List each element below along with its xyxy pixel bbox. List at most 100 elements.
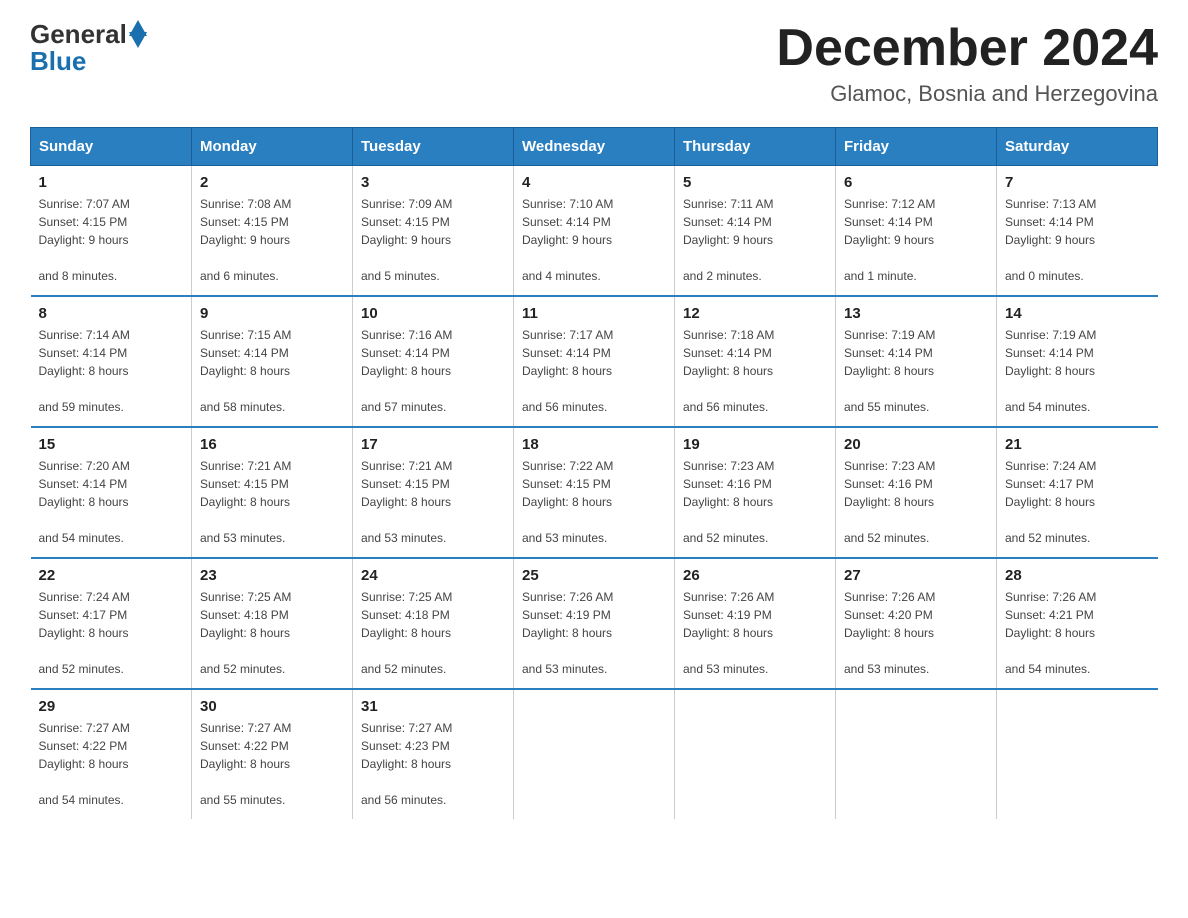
weekday-header-saturday: Saturday	[997, 128, 1158, 166]
weekday-header-sunday: Sunday	[31, 128, 192, 166]
week-row-5: 29 Sunrise: 7:27 AM Sunset: 4:22 PM Dayl…	[31, 689, 1158, 819]
day-cell: 11 Sunrise: 7:17 AM Sunset: 4:14 PM Dayl…	[514, 296, 675, 427]
day-number: 17	[361, 436, 505, 453]
day-cell	[836, 689, 997, 819]
day-info: Sunrise: 7:15 AM Sunset: 4:14 PM Dayligh…	[200, 326, 344, 416]
day-number: 14	[1005, 305, 1150, 322]
day-number: 24	[361, 567, 505, 584]
day-cell: 23 Sunrise: 7:25 AM Sunset: 4:18 PM Dayl…	[192, 558, 353, 689]
day-cell: 22 Sunrise: 7:24 AM Sunset: 4:17 PM Dayl…	[31, 558, 192, 689]
day-info: Sunrise: 7:20 AM Sunset: 4:14 PM Dayligh…	[39, 457, 184, 547]
day-number: 13	[844, 305, 988, 322]
weekday-header-monday: Monday	[192, 128, 353, 166]
day-info: Sunrise: 7:27 AM Sunset: 4:22 PM Dayligh…	[200, 719, 344, 809]
day-info: Sunrise: 7:23 AM Sunset: 4:16 PM Dayligh…	[844, 457, 988, 547]
day-info: Sunrise: 7:27 AM Sunset: 4:23 PM Dayligh…	[361, 719, 505, 809]
day-info: Sunrise: 7:25 AM Sunset: 4:18 PM Dayligh…	[200, 588, 344, 678]
day-number: 20	[844, 436, 988, 453]
day-number: 19	[683, 436, 827, 453]
day-info: Sunrise: 7:09 AM Sunset: 4:15 PM Dayligh…	[361, 195, 505, 285]
day-cell	[514, 689, 675, 819]
day-number: 9	[200, 305, 344, 322]
logo-general-text: General	[30, 21, 127, 47]
day-cell: 20 Sunrise: 7:23 AM Sunset: 4:16 PM Dayl…	[836, 427, 997, 558]
day-number: 21	[1005, 436, 1150, 453]
day-cell: 1 Sunrise: 7:07 AM Sunset: 4:15 PM Dayli…	[31, 166, 192, 297]
day-info: Sunrise: 7:23 AM Sunset: 4:16 PM Dayligh…	[683, 457, 827, 547]
day-cell: 17 Sunrise: 7:21 AM Sunset: 4:15 PM Dayl…	[353, 427, 514, 558]
day-cell: 19 Sunrise: 7:23 AM Sunset: 4:16 PM Dayl…	[675, 427, 836, 558]
day-cell: 15 Sunrise: 7:20 AM Sunset: 4:14 PM Dayl…	[31, 427, 192, 558]
weekday-header-row: SundayMondayTuesdayWednesdayThursdayFrid…	[31, 128, 1158, 166]
day-number: 27	[844, 567, 988, 584]
day-info: Sunrise: 7:25 AM Sunset: 4:18 PM Dayligh…	[361, 588, 505, 678]
day-number: 29	[39, 698, 184, 715]
day-cell: 14 Sunrise: 7:19 AM Sunset: 4:14 PM Dayl…	[997, 296, 1158, 427]
weekday-header-wednesday: Wednesday	[514, 128, 675, 166]
day-cell: 29 Sunrise: 7:27 AM Sunset: 4:22 PM Dayl…	[31, 689, 192, 819]
day-number: 22	[39, 567, 184, 584]
day-number: 16	[200, 436, 344, 453]
month-year-title: December 2024	[776, 20, 1158, 77]
day-info: Sunrise: 7:26 AM Sunset: 4:21 PM Dayligh…	[1005, 588, 1150, 678]
day-number: 23	[200, 567, 344, 584]
day-cell: 28 Sunrise: 7:26 AM Sunset: 4:21 PM Dayl…	[997, 558, 1158, 689]
day-cell: 2 Sunrise: 7:08 AM Sunset: 4:15 PM Dayli…	[192, 166, 353, 297]
day-cell: 21 Sunrise: 7:24 AM Sunset: 4:17 PM Dayl…	[997, 427, 1158, 558]
weekday-header-thursday: Thursday	[675, 128, 836, 166]
day-number: 7	[1005, 174, 1150, 191]
day-cell: 26 Sunrise: 7:26 AM Sunset: 4:19 PM Dayl…	[675, 558, 836, 689]
logo-blue-text: Blue	[30, 48, 86, 74]
day-number: 18	[522, 436, 666, 453]
week-row-3: 15 Sunrise: 7:20 AM Sunset: 4:14 PM Dayl…	[31, 427, 1158, 558]
weekday-header-friday: Friday	[836, 128, 997, 166]
week-row-1: 1 Sunrise: 7:07 AM Sunset: 4:15 PM Dayli…	[31, 166, 1158, 297]
day-info: Sunrise: 7:24 AM Sunset: 4:17 PM Dayligh…	[1005, 457, 1150, 547]
day-cell: 27 Sunrise: 7:26 AM Sunset: 4:20 PM Dayl…	[836, 558, 997, 689]
day-number: 2	[200, 174, 344, 191]
day-number: 15	[39, 436, 184, 453]
day-number: 31	[361, 698, 505, 715]
day-info: Sunrise: 7:27 AM Sunset: 4:22 PM Dayligh…	[39, 719, 184, 809]
day-number: 3	[361, 174, 505, 191]
day-number: 8	[39, 305, 184, 322]
day-info: Sunrise: 7:26 AM Sunset: 4:19 PM Dayligh…	[683, 588, 827, 678]
day-info: Sunrise: 7:08 AM Sunset: 4:15 PM Dayligh…	[200, 195, 344, 285]
day-number: 4	[522, 174, 666, 191]
day-number: 25	[522, 567, 666, 584]
day-info: Sunrise: 7:12 AM Sunset: 4:14 PM Dayligh…	[844, 195, 988, 285]
day-info: Sunrise: 7:10 AM Sunset: 4:14 PM Dayligh…	[522, 195, 666, 285]
day-info: Sunrise: 7:11 AM Sunset: 4:14 PM Dayligh…	[683, 195, 827, 285]
day-number: 11	[522, 305, 666, 322]
day-cell: 5 Sunrise: 7:11 AM Sunset: 4:14 PM Dayli…	[675, 166, 836, 297]
calendar-table: SundayMondayTuesdayWednesdayThursdayFrid…	[30, 127, 1158, 819]
logo: General Blue	[30, 20, 147, 74]
day-cell: 4 Sunrise: 7:10 AM Sunset: 4:14 PM Dayli…	[514, 166, 675, 297]
day-cell: 30 Sunrise: 7:27 AM Sunset: 4:22 PM Dayl…	[192, 689, 353, 819]
day-cell: 6 Sunrise: 7:12 AM Sunset: 4:14 PM Dayli…	[836, 166, 997, 297]
day-info: Sunrise: 7:21 AM Sunset: 4:15 PM Dayligh…	[200, 457, 344, 547]
day-info: Sunrise: 7:19 AM Sunset: 4:14 PM Dayligh…	[844, 326, 988, 416]
header: General Blue December 2024 Glamoc, Bosni…	[30, 20, 1158, 107]
day-info: Sunrise: 7:26 AM Sunset: 4:19 PM Dayligh…	[522, 588, 666, 678]
day-cell	[997, 689, 1158, 819]
day-info: Sunrise: 7:18 AM Sunset: 4:14 PM Dayligh…	[683, 326, 827, 416]
day-info: Sunrise: 7:22 AM Sunset: 4:15 PM Dayligh…	[522, 457, 666, 547]
day-info: Sunrise: 7:14 AM Sunset: 4:14 PM Dayligh…	[39, 326, 184, 416]
day-cell: 13 Sunrise: 7:19 AM Sunset: 4:14 PM Dayl…	[836, 296, 997, 427]
day-cell: 12 Sunrise: 7:18 AM Sunset: 4:14 PM Dayl…	[675, 296, 836, 427]
day-number: 30	[200, 698, 344, 715]
day-cell: 18 Sunrise: 7:22 AM Sunset: 4:15 PM Dayl…	[514, 427, 675, 558]
day-cell: 7 Sunrise: 7:13 AM Sunset: 4:14 PM Dayli…	[997, 166, 1158, 297]
day-info: Sunrise: 7:24 AM Sunset: 4:17 PM Dayligh…	[39, 588, 184, 678]
day-cell: 25 Sunrise: 7:26 AM Sunset: 4:19 PM Dayl…	[514, 558, 675, 689]
day-info: Sunrise: 7:17 AM Sunset: 4:14 PM Dayligh…	[522, 326, 666, 416]
location-subtitle: Glamoc, Bosnia and Herzegovina	[776, 81, 1158, 107]
day-cell: 9 Sunrise: 7:15 AM Sunset: 4:14 PM Dayli…	[192, 296, 353, 427]
day-cell	[675, 689, 836, 819]
day-number: 28	[1005, 567, 1150, 584]
day-info: Sunrise: 7:21 AM Sunset: 4:15 PM Dayligh…	[361, 457, 505, 547]
day-number: 1	[39, 174, 184, 191]
day-info: Sunrise: 7:16 AM Sunset: 4:14 PM Dayligh…	[361, 326, 505, 416]
day-cell: 10 Sunrise: 7:16 AM Sunset: 4:14 PM Dayl…	[353, 296, 514, 427]
